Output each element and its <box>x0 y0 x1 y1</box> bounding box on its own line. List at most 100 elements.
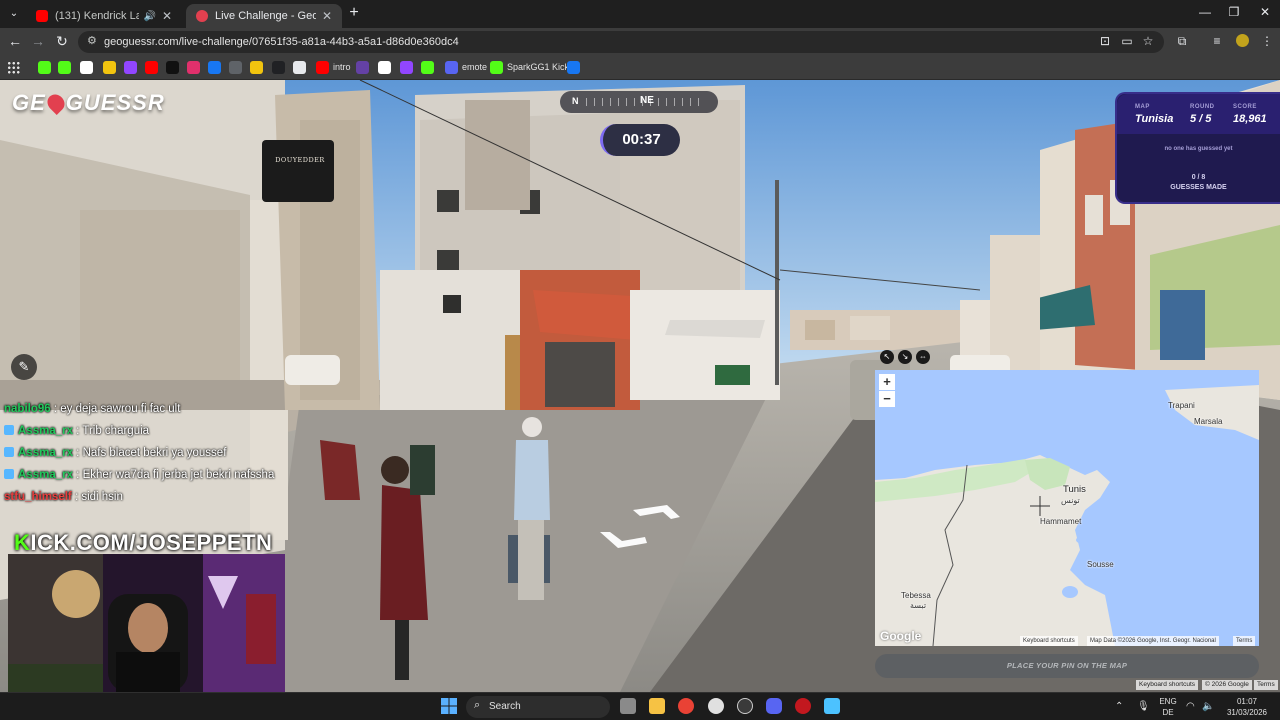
chat-username: Assma_rx <box>18 469 73 481</box>
map-image[interactable] <box>875 370 1259 646</box>
bookmark-icon[interactable] <box>293 61 306 74</box>
volume-icon[interactable]: 🔈 <box>1202 701 1214 712</box>
guess-map[interactable]: + − Tunis تونس Hammamet Sousse Tebessa ت… <box>875 370 1259 646</box>
kick-logo: K <box>14 530 31 555</box>
task-view-icon[interactable] <box>620 698 636 714</box>
bookmark-icon[interactable] <box>124 61 137 74</box>
cast-icon[interactable]: ▭ <box>1119 34 1135 48</box>
restore-icon[interactable]: ❐ <box>1219 5 1249 19</box>
chrome-icon[interactable] <box>678 698 694 714</box>
tab-title: Live Challenge - GeoGuessr <box>215 10 316 22</box>
wifi-icon[interactable]: ◠ <box>1186 701 1195 712</box>
map-terms-link[interactable]: Terms <box>1233 636 1256 646</box>
map-keyboard-shortcuts[interactable]: Keyboard shortcuts <box>1020 636 1078 646</box>
map-label: MAP <box>1135 104 1150 110</box>
bookmark-icon[interactable] <box>58 61 71 74</box>
map-data-attribution: Map Data ©2026 Google, Inst. Geogr. Naci… <box>1087 636 1219 646</box>
bookmark-icon[interactable] <box>145 61 158 74</box>
microphone-icon[interactable]: 🎙 <box>1137 701 1150 712</box>
chat-text: : Trib charguia <box>72 425 150 437</box>
taskbar-search-label: Search <box>489 701 521 712</box>
zoom-in-button[interactable]: + <box>879 374 895 390</box>
address-bar[interactable]: ⚙ geoguessr.com/live-challenge/07651f35-… <box>78 31 1164 53</box>
clock[interactable]: 01:07 31/03/2026 <box>1222 696 1272 718</box>
pin-map-icon[interactable]: ⇔ <box>916 350 930 364</box>
windows-start-icon[interactable] <box>441 698 457 714</box>
language-indicator[interactable]: ENG DE <box>1156 696 1180 718</box>
bookmark-label[interactable]: emote <box>462 62 487 72</box>
chat-username: Assma_rx <box>18 425 73 437</box>
bookmark-icon[interactable] <box>208 61 221 74</box>
chat-username: stfu_himself <box>4 491 72 503</box>
shrink-map-icon[interactable]: ↘ <box>898 350 912 364</box>
tab-youtube[interactable]: (131) Kendrick Lamar, SZA 🔊 ✕ <box>26 4 182 28</box>
youtube-icon <box>36 10 48 22</box>
obs-icon[interactable] <box>737 698 753 714</box>
bookmark-icon[interactable] <box>378 61 391 74</box>
new-tab-button[interactable]: + <box>346 4 362 22</box>
app-red-icon[interactable] <box>795 698 811 714</box>
bookmark-label[interactable]: intro <box>333 62 351 72</box>
speaker-icon[interactable]: 🔊 <box>143 11 155 22</box>
close-tab-icon[interactable]: ✕ <box>162 9 172 23</box>
logo-text-pre: GE <box>12 90 46 115</box>
bookmark-icon[interactable] <box>445 61 458 74</box>
bookmark-icon[interactable] <box>229 61 242 74</box>
bookmark-icon[interactable] <box>567 61 580 74</box>
reload-icon[interactable]: ↻ <box>52 33 72 50</box>
expand-map-icon[interactable]: ↖ <box>880 350 894 364</box>
sv-terms-link[interactable]: Terms <box>1254 680 1278 690</box>
notepad-icon[interactable] <box>824 698 840 714</box>
close-window-icon[interactable]: ✕ <box>1250 5 1280 19</box>
taskbar-search[interactable]: ⌕ Search <box>466 696 610 718</box>
bookmark-icon[interactable] <box>356 61 369 74</box>
bookmark-label[interactable]: SparkGG1 Kick <box>507 62 569 72</box>
city-tunis-ar: تونس <box>1061 496 1080 505</box>
keyboard-layout: DE <box>1162 708 1174 717</box>
tab-search-button[interactable]: ⌄ <box>6 6 22 22</box>
compass-north-label: N <box>572 96 579 106</box>
xbox-icon[interactable] <box>708 698 724 714</box>
bookmark-icon[interactable] <box>187 61 200 74</box>
back-icon[interactable]: ← <box>5 33 25 49</box>
game-status-panel: MAP Tunisia ROUND 5 / 5 SCORE 18,961 no … <box>1115 92 1280 204</box>
bookmark-star-icon[interactable]: ☆ <box>1140 34 1156 48</box>
bookmark-icon[interactable] <box>272 61 285 74</box>
bookmark-icon[interactable] <box>316 61 329 74</box>
compass-heading: NE <box>640 95 654 106</box>
discord-icon[interactable] <box>766 698 782 714</box>
bookmark-icon[interactable] <box>421 61 434 74</box>
bookmark-icon[interactable] <box>400 61 413 74</box>
chat-message: nabilo96 : ey deja sawrou fi fac ult <box>0 398 290 420</box>
sv-keyboard-shortcuts[interactable]: Keyboard shortcuts <box>1136 680 1199 690</box>
close-tab-icon[interactable]: ✕ <box>322 9 332 23</box>
tab-geoguessr[interactable]: Live Challenge - GeoGuessr ✕ <box>186 4 342 28</box>
zoom-out-button[interactable]: − <box>879 391 895 407</box>
bookmark-icon[interactable] <box>80 61 93 74</box>
bookmark-icon[interactable] <box>490 61 503 74</box>
extensions-icon[interactable]: ⧉ <box>1174 34 1190 49</box>
translate-icon[interactable]: ⊡ <box>1097 34 1113 48</box>
bookmark-icon[interactable] <box>103 61 116 74</box>
reading-list-icon[interactable]: ≡ <box>1209 34 1225 48</box>
chat-text: : Ekher wa7da fi jerba jet bekri nafssha <box>72 469 275 481</box>
place-pin-button[interactable]: PLACE YOUR PIN ON THE MAP <box>875 654 1259 678</box>
forward-icon[interactable]: → <box>28 33 48 49</box>
menu-icon[interactable]: ⋮ <box>1259 34 1275 48</box>
apps-grid-icon[interactable] <box>7 61 20 74</box>
stream-chat: nabilo96 : ey deja sawrou fi fac ult Assm… <box>0 398 290 508</box>
tray-overflow-icon[interactable]: ⌃ <box>1115 701 1123 712</box>
chat-message: Assma_rx : Trib charguia <box>0 420 290 442</box>
geoguessr-logo[interactable]: GE GUESSR <box>12 90 165 116</box>
bookmark-icon[interactable] <box>166 61 179 74</box>
profile-avatar[interactable] <box>1234 34 1250 50</box>
bookmark-icon[interactable] <box>38 61 51 74</box>
shop-sign: DOUYEDDER <box>275 156 325 164</box>
minimize-icon[interactable]: — <box>1190 5 1220 19</box>
site-info-icon[interactable]: ⚙ <box>87 34 97 47</box>
file-explorer-icon[interactable] <box>649 698 665 714</box>
chat-icon[interactable]: ✎ <box>11 354 37 380</box>
bookmark-icon[interactable] <box>250 61 263 74</box>
guesses-label: GUESSES MADE <box>1170 184 1227 191</box>
city-trapani: Trapani <box>1168 401 1195 410</box>
